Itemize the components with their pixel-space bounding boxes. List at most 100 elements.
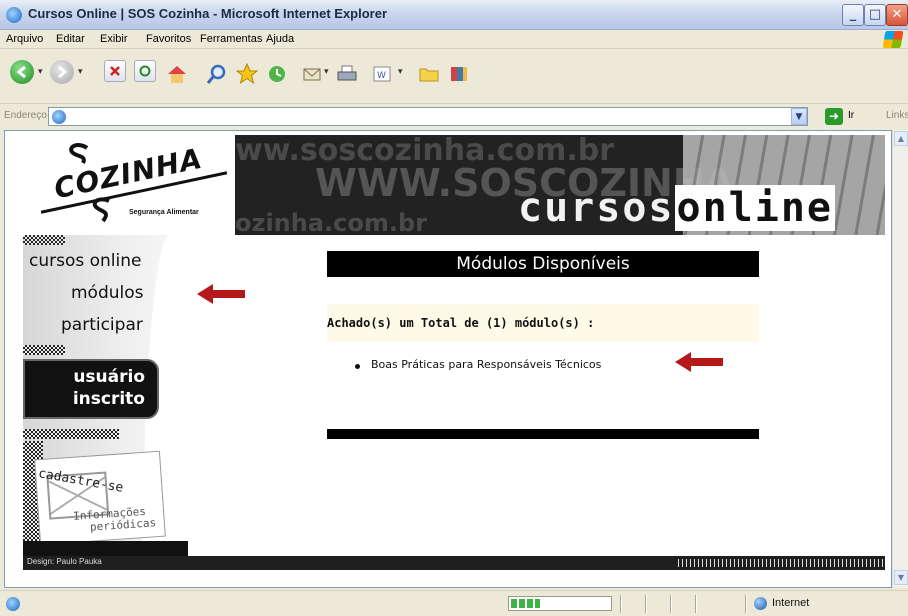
banner-url-text-3: ozinha.com.br (235, 209, 428, 235)
left-navigation: cursos online módulos participar usuário… (23, 235, 188, 557)
nav-cursos-online[interactable]: cursos online (29, 251, 141, 271)
title-cursos: cursos (518, 185, 675, 231)
stop-icon (110, 66, 120, 76)
usuario-inscrito-button[interactable]: usuário inscrito (23, 359, 159, 419)
refresh-button[interactable] (134, 60, 156, 82)
address-label: Endereço (4, 110, 47, 121)
history-icon (269, 66, 285, 82)
page-icon (52, 110, 66, 124)
logo-s-top-icon (69, 143, 89, 164)
print-icon (337, 65, 357, 81)
minimize-button[interactable]: _ (842, 4, 864, 26)
results-summary: Achado(s) um Total de (1) módulo(s) : (327, 304, 759, 342)
edit-button[interactable]: W (370, 60, 394, 88)
nav-bottom-bar (23, 541, 188, 557)
sos-cozinha-logo[interactable]: COZINHA Segurança Alimentar (23, 135, 235, 235)
scroll-up-icon[interactable]: ▲ (894, 131, 908, 146)
list-bullet (355, 364, 360, 369)
folder-icon (419, 68, 439, 82)
footer-credit: Design: Paulo Pauka (27, 557, 102, 566)
home-button[interactable] (164, 60, 190, 88)
status-divider (645, 595, 647, 613)
forward-dropdown-icon[interactable]: ▾ (78, 67, 83, 77)
page-viewport: ww.soscozinha.com.br WWW.SOSCOZINHA ozin… (4, 130, 892, 588)
vertical-scrollbar[interactable]: ▲ ▼ (892, 130, 908, 588)
nav-checker-decoration (23, 235, 65, 245)
research-icon (451, 67, 467, 81)
star-icon (236, 63, 258, 85)
logo-tagline: Segurança Alimentar (129, 209, 199, 216)
progress-bar (508, 596, 612, 611)
page-title: Módulos Disponíveis (327, 251, 759, 277)
status-bar: Internet (0, 590, 908, 616)
menu-bar: Arquivo Editar Exibir Favoritos Ferramen… (0, 30, 908, 49)
status-divider (745, 595, 747, 613)
history-button[interactable] (264, 60, 290, 88)
messenger-button[interactable] (446, 60, 472, 88)
discuss-button[interactable] (416, 60, 442, 88)
address-input[interactable] (48, 107, 808, 126)
forward-button[interactable] (50, 60, 74, 84)
mail-icon (303, 68, 321, 81)
back-arrow-icon (16, 65, 26, 79)
title-online: online (674, 185, 835, 231)
ie-logo-icon (6, 7, 22, 23)
links-label[interactable]: Links (886, 110, 908, 121)
footer-stripes-decoration (678, 559, 883, 567)
maximize-button[interactable]: □ (864, 4, 886, 26)
menu-ferramentas[interactable]: Ferramentas (200, 33, 262, 45)
search-button[interactable] (204, 60, 230, 88)
menu-arquivo[interactable]: Arquivo (6, 33, 43, 45)
zone-label: Internet (772, 597, 810, 609)
internet-zone-icon (754, 597, 767, 610)
home-icon (168, 66, 186, 83)
menu-exibir[interactable]: Exibir (100, 33, 128, 45)
back-button[interactable] (10, 60, 34, 84)
menu-editar[interactable]: Editar (56, 33, 85, 45)
menu-ajuda[interactable]: Ajuda (266, 33, 294, 45)
maximize-icon: □ (868, 7, 882, 22)
toolbar: ▾ ▾ ▾ W ▾ (0, 50, 908, 104)
progress-fill (511, 599, 540, 608)
word-doc-icon: W (373, 66, 391, 82)
windows-logo-icon (882, 31, 904, 48)
site-header-banner: ww.soscozinha.com.br WWW.SOSCOZINHA ozin… (23, 135, 885, 235)
scroll-down-icon[interactable]: ▼ (894, 570, 908, 585)
minimize-icon: _ (849, 7, 857, 22)
red-arrow-icon (675, 352, 723, 372)
results-count-text: Achado(s) um Total de (1) módulo(s) : (327, 316, 595, 330)
nav-modulos[interactable]: módulos (71, 283, 144, 303)
go-button[interactable]: ➜ (825, 108, 843, 125)
cadastre-se-button[interactable]: cadastre-se Informações periódicas (34, 450, 166, 546)
address-dropdown-button[interactable]: ▼ (791, 108, 807, 125)
favorites-button[interactable] (234, 60, 260, 88)
go-label[interactable]: Ir (848, 110, 854, 121)
search-icon (206, 64, 226, 84)
mail-dropdown-icon[interactable]: ▾ (324, 67, 329, 77)
inscrito-line1: usuário (73, 367, 145, 387)
svg-text:W: W (377, 71, 386, 81)
nav-participar[interactable]: participar (61, 315, 143, 335)
content-divider (327, 429, 759, 439)
edit-dropdown-icon[interactable]: ▾ (398, 67, 403, 77)
logo-s-bottom-icon (92, 197, 110, 223)
stop-button[interactable] (104, 60, 126, 82)
close-icon: ✕ (891, 7, 903, 22)
forward-arrow-icon (58, 65, 68, 79)
status-page-icon (6, 597, 20, 611)
status-divider (620, 595, 622, 613)
status-divider (695, 595, 697, 613)
cursos-online-title: cursosonline (518, 185, 835, 231)
red-arrow-icon (197, 284, 245, 304)
module-link[interactable]: Boas Práticas para Responsáveis Técnicos (371, 358, 601, 371)
print-button[interactable] (334, 60, 360, 88)
back-dropdown-icon[interactable]: ▾ (38, 67, 43, 77)
status-divider (670, 595, 672, 613)
mail-button[interactable] (300, 60, 326, 88)
nav-checker-decoration (23, 429, 119, 439)
refresh-icon (139, 65, 151, 77)
close-button[interactable]: ✕ (886, 4, 908, 26)
inscrito-line2: inscrito (72, 389, 145, 409)
site-footer: Design: Paulo Pauka (23, 556, 885, 570)
menu-favoritos[interactable]: Favoritos (146, 33, 191, 45)
